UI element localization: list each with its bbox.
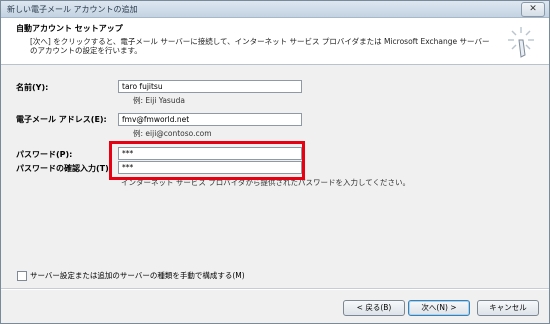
- next-button[interactable]: 次へ(N) >: [408, 300, 470, 316]
- close-button[interactable]: ✕: [521, 2, 545, 17]
- add-account-dialog: 新しい電子メール アカウントの追加 ✕ 自動アカウント セットアップ [次へ] …: [0, 0, 550, 324]
- title-bar[interactable]: 新しい電子メール アカウントの追加 ✕: [1, 1, 549, 18]
- password-confirm-label: パスワードの確認入力(T):: [16, 164, 112, 173]
- name-input[interactable]: taro fujitsu: [118, 80, 302, 93]
- email-example: 例: eiji@contoso.com: [133, 129, 212, 138]
- window-title: 新しい電子メール アカウントの追加: [7, 5, 138, 14]
- header-panel: 自動アカウント セットアップ [次へ] をクリックすると、電子メール サーバーに…: [1, 18, 549, 65]
- name-example: 例: Eiji Yasuda: [133, 96, 185, 105]
- back-button[interactable]: < 戻る(B): [343, 300, 405, 316]
- manual-setup-checkbox[interactable]: [17, 271, 27, 281]
- email-label: 電子メール アドレス(E):: [16, 115, 107, 124]
- divider: [1, 288, 549, 290]
- manual-setup-label: サーバー設定または追加のサーバーの種類を手動で構成する(M): [30, 271, 245, 280]
- highlight-frame: [109, 141, 305, 180]
- password-label: パスワード(P):: [16, 150, 73, 159]
- manual-setup-option[interactable]: サーバー設定または追加のサーバーの種類を手動で構成する(M): [17, 270, 245, 281]
- section-title: 自動アカウント セットアップ: [16, 24, 123, 33]
- cancel-button[interactable]: キャンセル: [477, 300, 539, 316]
- email-input[interactable]: fmv@fmworld.net: [118, 113, 302, 126]
- name-label: 名前(Y):: [16, 83, 49, 92]
- section-description: [次へ] をクリックすると、電子メール サーバーに接続して、インターネット サー…: [30, 37, 490, 55]
- magic-wand-icon: [508, 27, 534, 58]
